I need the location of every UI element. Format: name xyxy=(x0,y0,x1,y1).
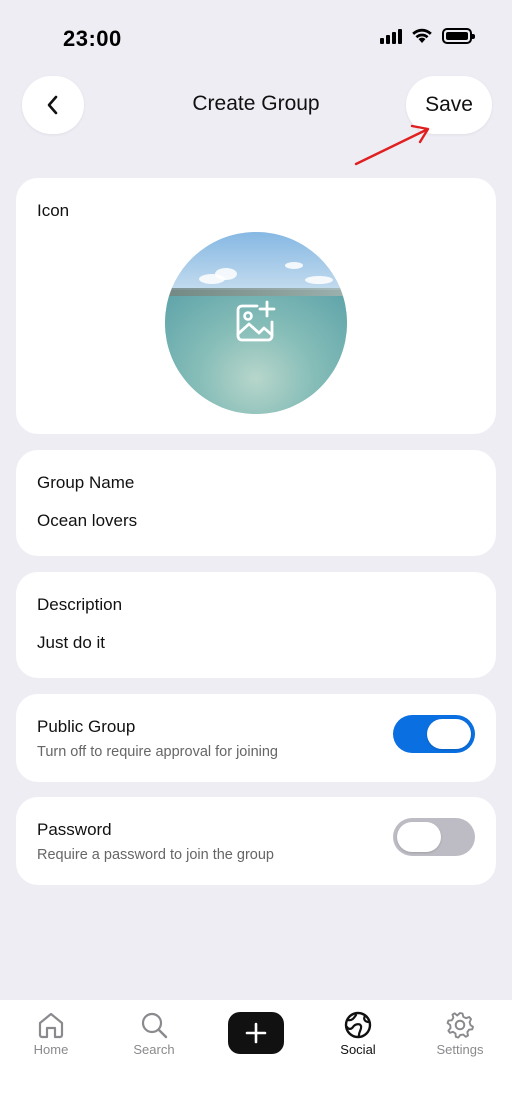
status-icons xyxy=(380,28,475,44)
nav-social-label: Social xyxy=(340,1042,376,1057)
status-time: 23:00 xyxy=(63,26,122,51)
nav-home[interactable]: Home xyxy=(0,1010,102,1057)
description-field[interactable]: Just do it xyxy=(37,633,105,653)
password-subtitle: Require a password to join the group xyxy=(37,847,274,863)
home-icon xyxy=(38,1012,64,1039)
public-group-subtitle: Turn off to require approval for joining xyxy=(37,744,278,760)
plus-icon xyxy=(245,1022,267,1044)
icon-card: Icon xyxy=(16,178,496,434)
nav-home-label: Home xyxy=(33,1042,69,1057)
gear-icon xyxy=(446,1012,474,1039)
public-group-toggle[interactable] xyxy=(393,715,475,753)
description-label: Description xyxy=(37,595,123,614)
nav-settings-label: Settings xyxy=(436,1042,484,1057)
nav-social[interactable]: Social xyxy=(307,1010,409,1057)
password-card: Password Require a password to join the … xyxy=(16,797,496,885)
group-name-field[interactable]: Ocean lovers xyxy=(37,511,137,531)
icon-label: Icon xyxy=(37,201,70,220)
add-photo-icon xyxy=(236,300,276,342)
battery-icon xyxy=(442,28,475,44)
public-group-label: Public Group xyxy=(37,717,136,736)
create-button[interactable] xyxy=(228,1012,284,1054)
status-bar: 23:00 xyxy=(0,0,512,70)
password-toggle[interactable] xyxy=(393,818,475,856)
description-card[interactable]: Description Just do it xyxy=(16,572,496,678)
nav-search-label: Search xyxy=(133,1042,175,1057)
nav-search[interactable]: Search xyxy=(103,1010,205,1057)
group-icon-picker[interactable] xyxy=(165,232,347,414)
public-group-card: Public Group Turn off to require approva… xyxy=(16,694,496,782)
search-icon xyxy=(141,1012,168,1039)
group-name-label: Group Name xyxy=(37,473,135,492)
bottom-nav: Home Search Social Settings xyxy=(0,1000,512,1109)
cellular-signal-icon xyxy=(380,28,402,44)
password-label: Password xyxy=(37,820,112,839)
group-name-card[interactable]: Group Name Ocean lovers xyxy=(16,450,496,556)
globe-icon xyxy=(344,1011,372,1039)
wifi-icon xyxy=(412,28,432,43)
nav-settings[interactable]: Settings xyxy=(409,1010,511,1057)
annotation-arrow-icon xyxy=(354,124,430,166)
